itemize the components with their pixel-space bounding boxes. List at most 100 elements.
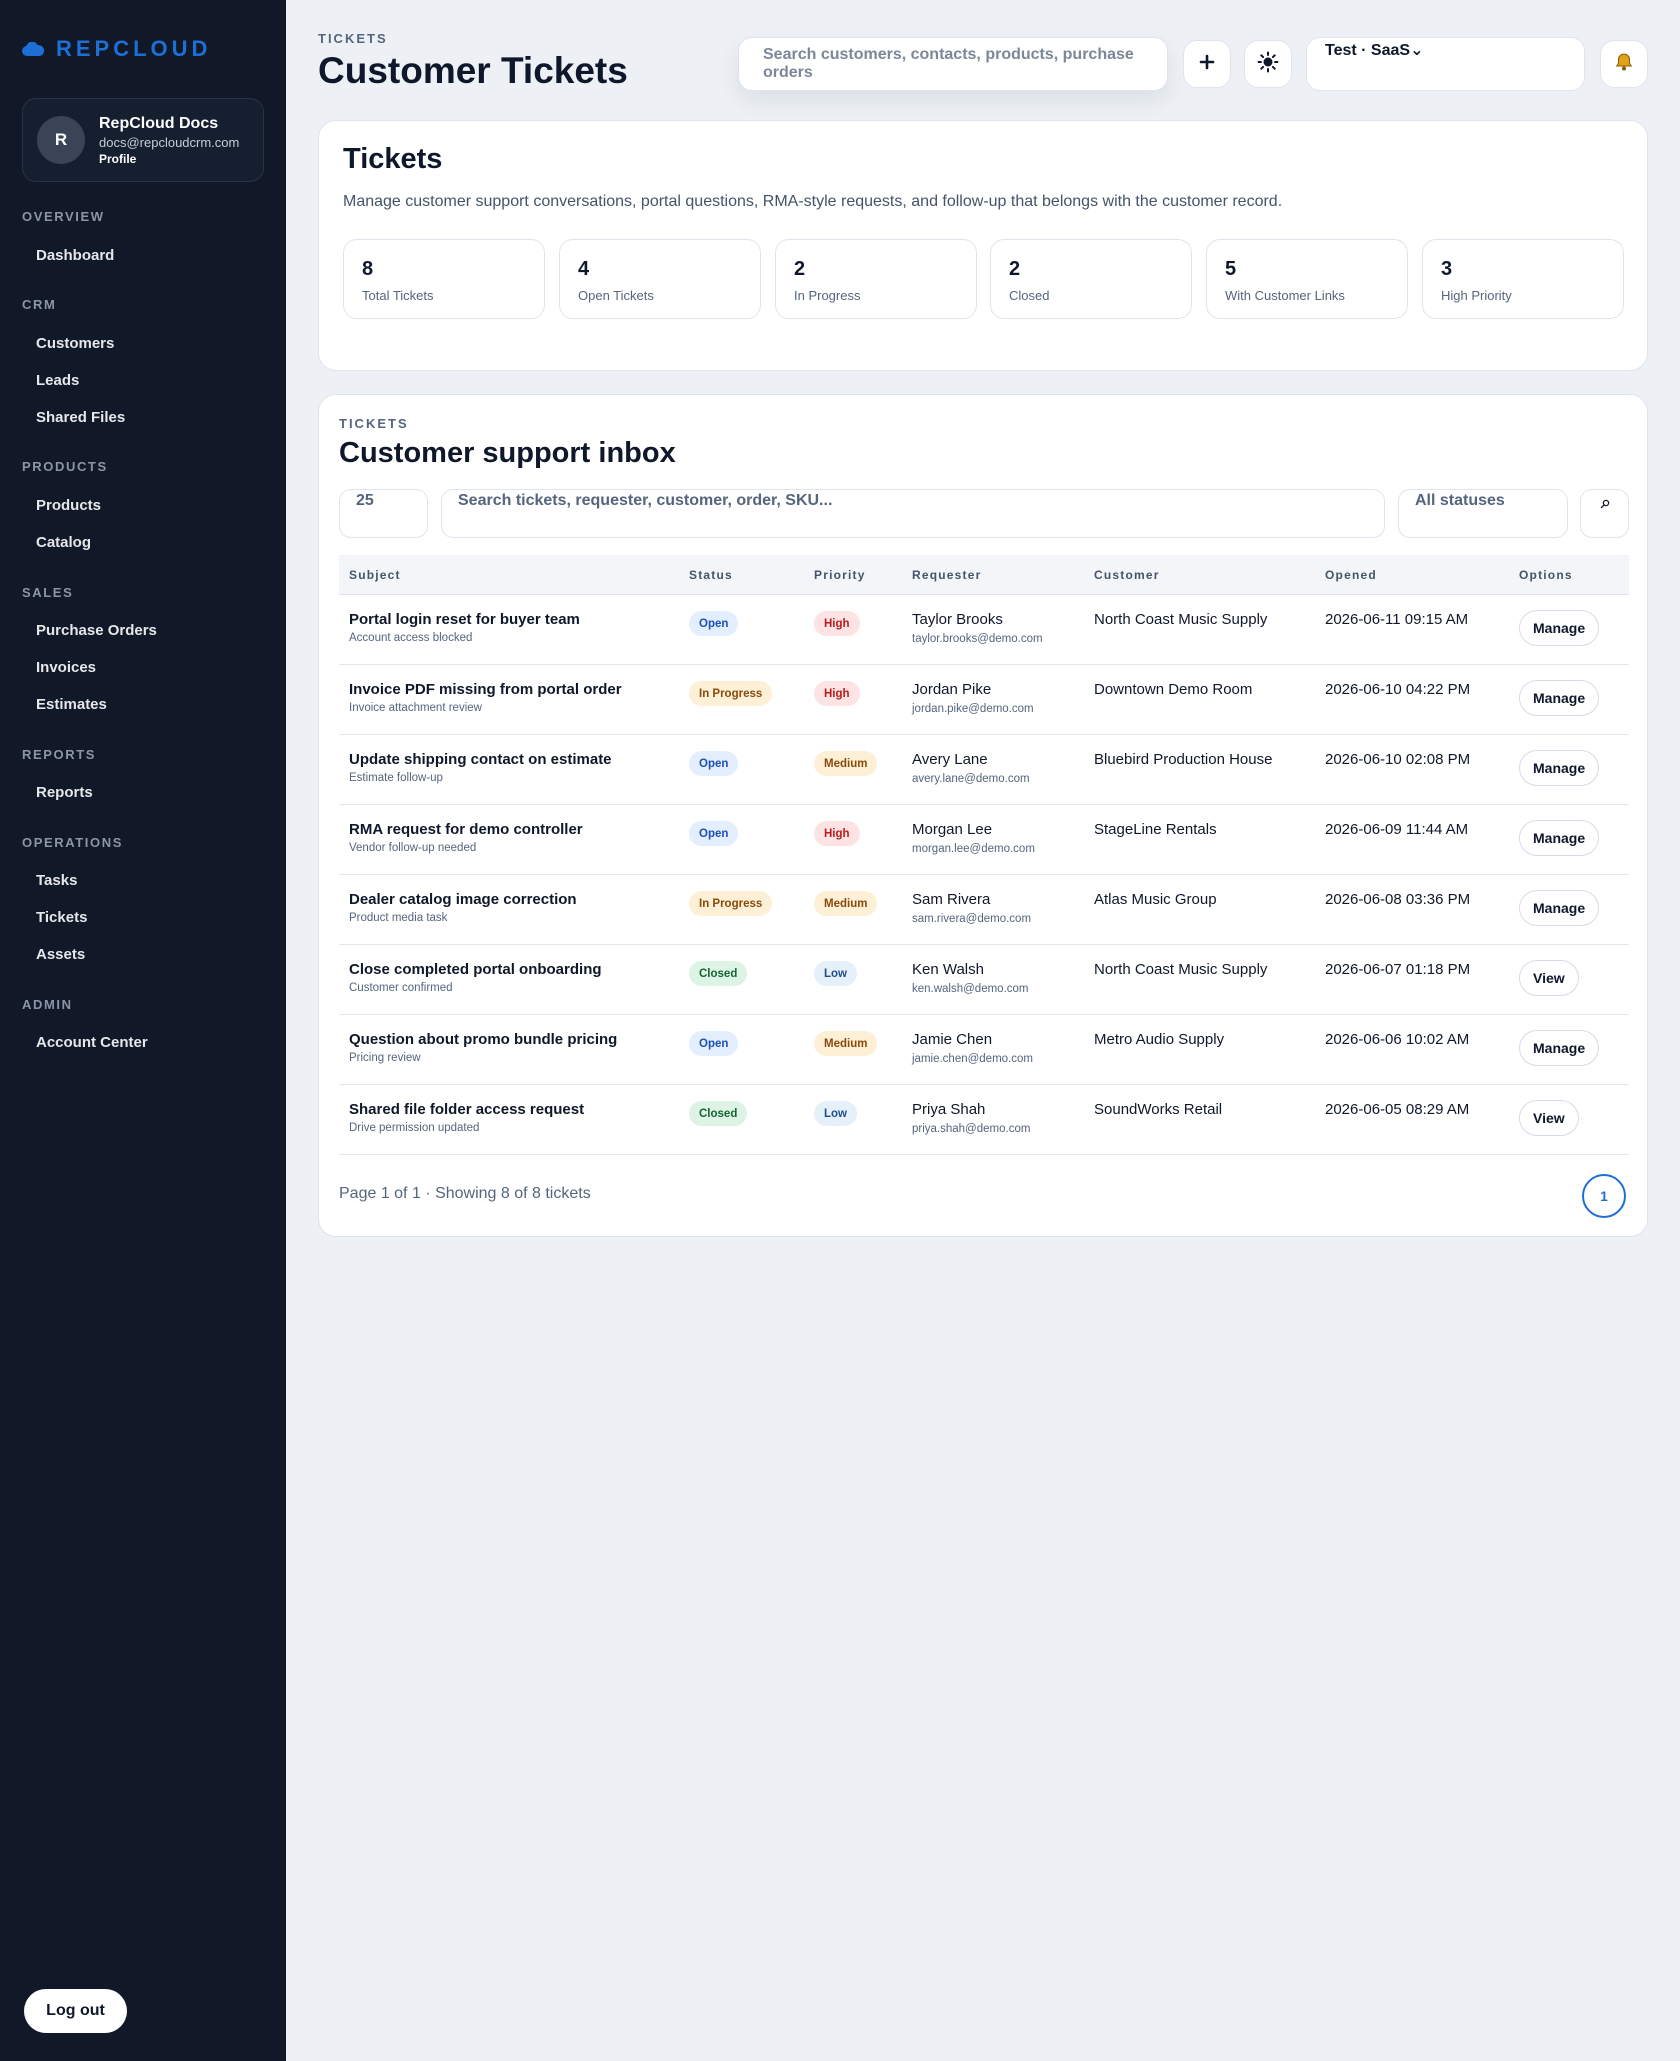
table-row[interactable]: Shared file folder access request Drive p… bbox=[339, 1085, 1629, 1155]
requester-name: Avery Lane bbox=[912, 751, 988, 768]
status-filter-select[interactable]: All statuses bbox=[1398, 489, 1568, 538]
customer-name[interactable]: Atlas Music Group bbox=[1094, 891, 1217, 908]
page-1-button[interactable]: 1 bbox=[1582, 1174, 1626, 1218]
opened-date: 2026-06-09 11:44 AM bbox=[1325, 821, 1469, 838]
ticket-search-placeholder: Search tickets, requester, customer, ord… bbox=[458, 492, 833, 509]
ticket-subject[interactable]: Update shipping contact on estimate bbox=[349, 751, 612, 768]
sidebar-item-purchase-orders[interactable]: Purchase Orders bbox=[36, 622, 157, 639]
manage-button[interactable]: Manage bbox=[1519, 820, 1600, 856]
table-row[interactable]: Dealer catalog image correction Product m… bbox=[339, 875, 1629, 945]
column-header-customer[interactable]: Customer bbox=[1094, 568, 1160, 582]
requester-email: jordan.pike@demo.com bbox=[912, 703, 1034, 715]
theme-toggle-button[interactable] bbox=[1244, 40, 1292, 88]
nav-section-admin: ADMIN bbox=[22, 997, 73, 1012]
customer-name[interactable]: SoundWorks Retail bbox=[1094, 1101, 1222, 1118]
sidebar-item-leads[interactable]: Leads bbox=[36, 372, 79, 389]
customer-name[interactable]: Bluebird Production House bbox=[1094, 751, 1272, 768]
sidebar-item-customers[interactable]: Customers bbox=[36, 335, 114, 352]
column-header-opened[interactable]: Opened bbox=[1325, 568, 1377, 582]
sidebar-item-reports[interactable]: Reports bbox=[36, 784, 93, 801]
nav-section-products: PRODUCTS bbox=[22, 459, 108, 474]
stat-value: 4 bbox=[578, 258, 590, 280]
view-button[interactable]: View bbox=[1519, 960, 1579, 996]
customer-name[interactable]: StageLine Rentals bbox=[1094, 821, 1217, 838]
sidebar-item-shared-files[interactable]: Shared Files bbox=[36, 409, 125, 426]
column-header-status[interactable]: Status bbox=[689, 568, 733, 582]
ticket-category: Drive permission updated bbox=[349, 1122, 480, 1134]
logout-button[interactable]: Log out bbox=[24, 1989, 127, 2033]
tenant-select[interactable]: Test · SaaS⌄ bbox=[1306, 37, 1585, 91]
table-row[interactable]: Question about promo bundle pricing Prici… bbox=[339, 1015, 1629, 1085]
table-row[interactable]: Portal login reset for buyer team Account… bbox=[339, 595, 1629, 665]
tenant-value: Test · SaaS⌄ bbox=[1325, 42, 1424, 59]
sidebar-item-catalog[interactable]: Catalog bbox=[36, 534, 91, 551]
sidebar-item-invoices[interactable]: Invoices bbox=[36, 659, 96, 676]
column-header-priority[interactable]: Priority bbox=[814, 568, 866, 582]
nav-section-reports: REPORTS bbox=[22, 747, 97, 762]
search-button[interactable] bbox=[1580, 489, 1629, 538]
sidebar-item-tickets[interactable]: Tickets bbox=[36, 909, 87, 926]
sidebar-item-dashboard[interactable]: Dashboard bbox=[36, 247, 114, 264]
manage-button[interactable]: Manage bbox=[1519, 890, 1600, 926]
avatar: R bbox=[37, 116, 85, 164]
inbox-kicker: TICKETS bbox=[339, 416, 409, 431]
table-row[interactable]: RMA request for demo controller Vendor fo… bbox=[339, 805, 1629, 875]
add-button[interactable] bbox=[1183, 40, 1231, 88]
requester-email: jamie.chen@demo.com bbox=[912, 1053, 1033, 1065]
stat-card: 4 Open Tickets bbox=[559, 239, 761, 319]
ticket-subject[interactable]: RMA request for demo controller bbox=[349, 821, 583, 838]
brand[interactable]: REPCLOUD bbox=[22, 36, 211, 62]
status-badge: Open bbox=[689, 1031, 739, 1056]
breadcrumb: TICKETS bbox=[318, 31, 388, 46]
requester-name: Jamie Chen bbox=[912, 1031, 993, 1048]
table-row[interactable]: Close completed portal onboarding Custome… bbox=[339, 945, 1629, 1015]
ticket-category: Estimate follow-up bbox=[349, 772, 443, 784]
status-badge: Open bbox=[689, 821, 739, 846]
customer-name[interactable]: Metro Audio Supply bbox=[1094, 1031, 1224, 1048]
sidebar-item-account-center[interactable]: Account Center bbox=[36, 1034, 148, 1051]
table-header: Subject Status Priority Requester Custom… bbox=[339, 555, 1629, 595]
ticket-subject[interactable]: Close completed portal onboarding bbox=[349, 961, 602, 978]
global-search-input[interactable]: Search customers, contacts, products, pu… bbox=[738, 37, 1168, 91]
manage-button[interactable]: Manage bbox=[1519, 610, 1600, 646]
profile-link[interactable]: Profile bbox=[99, 152, 239, 166]
page-size-select[interactable]: 25 bbox=[339, 489, 428, 538]
sidebar: REPCLOUD R RepCloud Docs docs@repcloudcr… bbox=[0, 0, 286, 2061]
ticket-subject[interactable]: Dealer catalog image correction bbox=[349, 891, 577, 908]
nav-section-operations: OPERATIONS bbox=[22, 835, 123, 850]
priority-badge: High bbox=[814, 821, 860, 846]
ticket-subject[interactable]: Invoice PDF missing from portal order bbox=[349, 681, 622, 698]
requester-name: Ken Walsh bbox=[912, 961, 984, 978]
pagination-summary: Page 1 of 1 · Showing 8 of 8 tickets bbox=[339, 1185, 591, 1202]
customer-name[interactable]: Downtown Demo Room bbox=[1094, 681, 1252, 698]
stat-card: 5 With Customer Links bbox=[1206, 239, 1408, 319]
view-button[interactable]: View bbox=[1519, 1100, 1579, 1136]
requester-email: avery.lane@demo.com bbox=[912, 773, 1030, 785]
table-row[interactable]: Update shipping contact on estimate Estim… bbox=[339, 735, 1629, 805]
sidebar-item-tasks[interactable]: Tasks bbox=[36, 872, 77, 889]
column-header-subject[interactable]: Subject bbox=[349, 568, 401, 582]
ticket-subject[interactable]: Shared file folder access request bbox=[349, 1101, 584, 1118]
opened-date: 2026-06-08 03:36 PM bbox=[1325, 891, 1471, 908]
tickets-summary-card: Tickets Manage customer support conversa… bbox=[318, 120, 1648, 371]
ticket-category: Invoice attachment review bbox=[349, 702, 482, 714]
ticket-subject[interactable]: Portal login reset for buyer team bbox=[349, 611, 580, 628]
support-inbox-card: TICKETS Customer support inbox 25 Search… bbox=[318, 394, 1648, 1237]
sidebar-item-assets[interactable]: Assets bbox=[36, 946, 85, 963]
priority-badge: High bbox=[814, 681, 860, 706]
table-row[interactable]: Invoice PDF missing from portal order Inv… bbox=[339, 665, 1629, 735]
manage-button[interactable]: Manage bbox=[1519, 1030, 1600, 1066]
customer-name[interactable]: North Coast Music Supply bbox=[1094, 961, 1267, 978]
sidebar-item-estimates[interactable]: Estimates bbox=[36, 696, 107, 713]
ticket-subject[interactable]: Question about promo bundle pricing bbox=[349, 1031, 617, 1048]
nav-section-sales: SALES bbox=[22, 585, 74, 600]
ticket-category: Customer confirmed bbox=[349, 982, 453, 994]
manage-button[interactable]: Manage bbox=[1519, 750, 1600, 786]
manage-button[interactable]: Manage bbox=[1519, 680, 1600, 716]
customer-name[interactable]: North Coast Music Supply bbox=[1094, 611, 1267, 628]
column-header-requester[interactable]: Requester bbox=[912, 568, 982, 582]
sidebar-item-products[interactable]: Products bbox=[36, 497, 101, 514]
ticket-search-input[interactable]: Search tickets, requester, customer, ord… bbox=[441, 489, 1385, 538]
profile-card[interactable]: R RepCloud Docs docs@repcloudcrm.com Pro… bbox=[22, 98, 264, 182]
notifications-button[interactable] bbox=[1600, 40, 1648, 88]
